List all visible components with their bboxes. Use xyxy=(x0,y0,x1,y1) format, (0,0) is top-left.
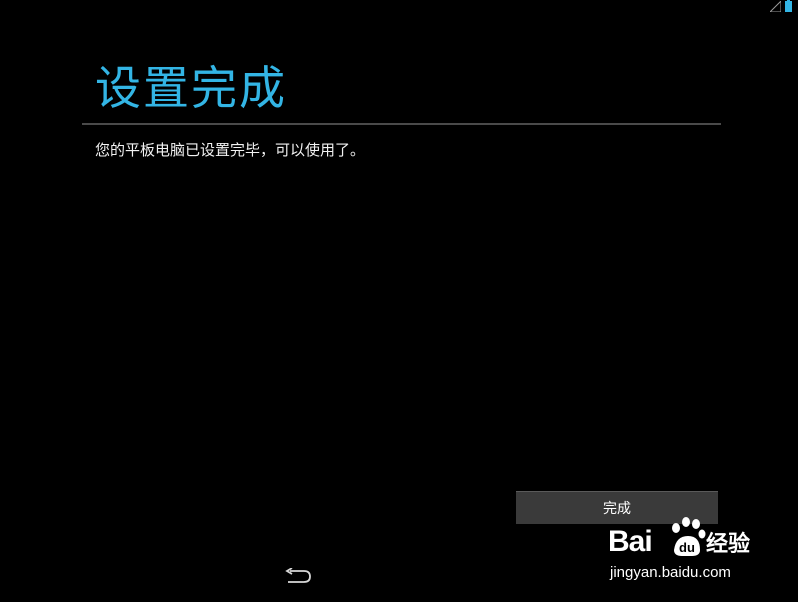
status-icons xyxy=(768,0,792,16)
watermark-suffix: 经验 xyxy=(706,532,751,557)
signal-icon xyxy=(768,0,782,16)
setup-message: 您的平板电脑已设置完毕，可以使用了。 xyxy=(95,141,366,159)
back-button[interactable] xyxy=(280,566,314,590)
page-title: 设置完成 xyxy=(95,61,287,115)
status-bar xyxy=(0,0,798,18)
svg-text:du: du xyxy=(679,540,695,555)
setup-complete-screen: 设置完成 您的平板电脑已设置完毕，可以使用了。 完成 Bai du 经验 jin… xyxy=(0,0,798,602)
battery-icon xyxy=(785,0,792,16)
watermark-brand: Bai xyxy=(608,525,653,558)
back-icon xyxy=(282,567,312,588)
baidu-paw-icon: du xyxy=(666,516,708,558)
watermark-url: jingyan.baidu.com xyxy=(610,564,731,581)
title-divider xyxy=(82,123,721,125)
baidu-jingyan-watermark: Bai du 经验 jingyan.baidu.com xyxy=(608,514,758,584)
